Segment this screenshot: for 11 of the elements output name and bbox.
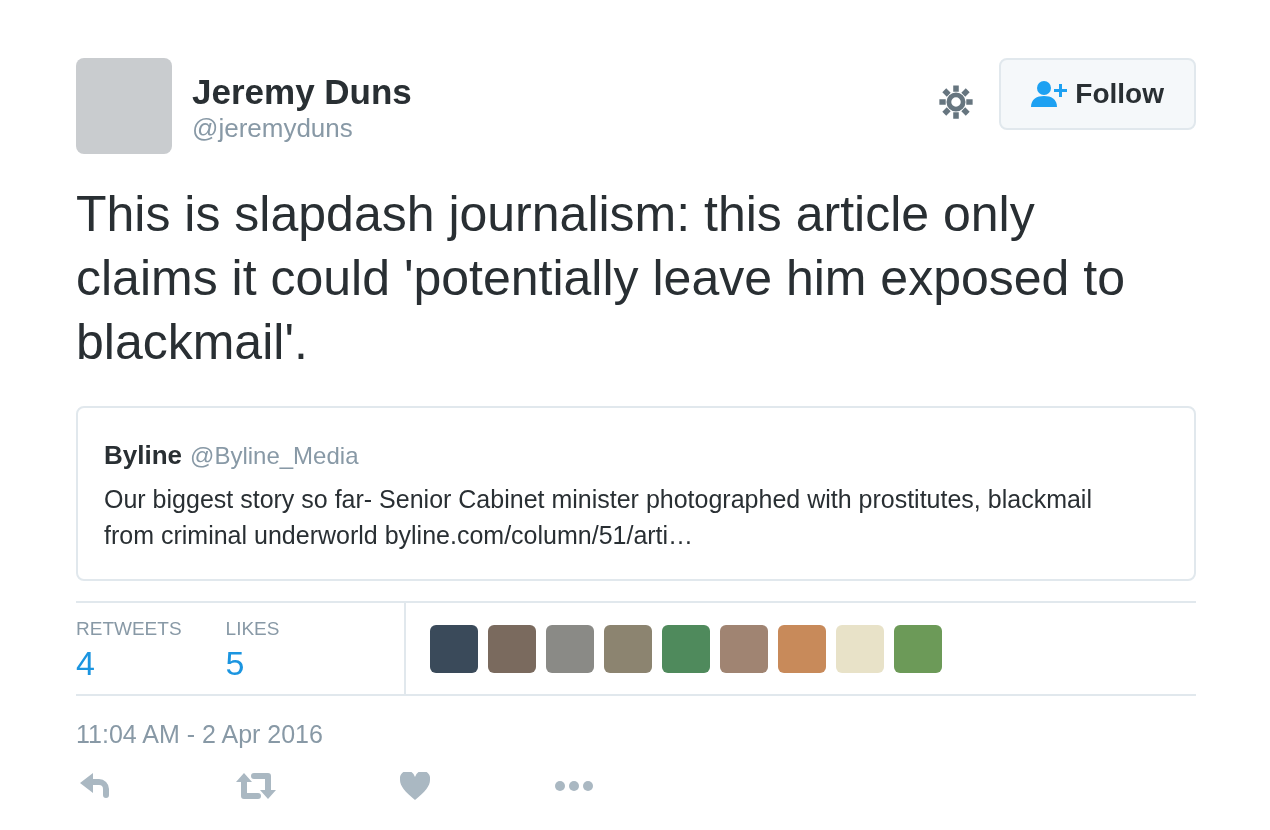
author-name[interactable]: Jeremy Duns xyxy=(192,72,412,112)
tweet-timestamp: 11:04 AM - 2 Apr 2016 xyxy=(76,719,324,750)
tweet-text: This is slapdash journalism: this article only claims it could 'potentially leave him exposed to blackmail'. xyxy=(76,185,1126,372)
stat-label: LIKES xyxy=(225,617,280,641)
article-link[interactable]: byline.com/column/51/arti… xyxy=(384,521,694,549)
quoted-author-name: Byline xyxy=(104,439,183,472)
quoted-tweet-card[interactable]: Byline @Byline_Media Our biggest story so far- Senior Cabinet minister photographed with prostitutes, blackmail from criminal underworld byline.com/column/51/arti… xyxy=(76,406,1196,581)
quoted-author-handle: @Byline_Media xyxy=(190,441,359,471)
follow-button[interactable]: Follow xyxy=(999,58,1196,130)
stat-label: RETWEETS xyxy=(76,617,182,641)
quoted-tweet-text: Our biggest story so far- Senior Cabinet minister photographed with prostitutes, blackmail from criminal underworld byline.com/column/51/arti… xyxy=(104,484,1093,551)
